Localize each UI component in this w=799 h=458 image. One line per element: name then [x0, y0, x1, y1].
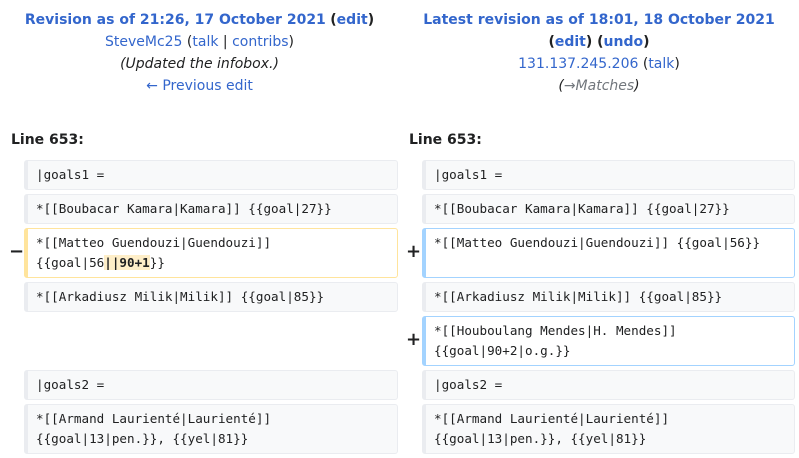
left-paren-end: ) [288, 34, 295, 50]
diff-context-left: *[[Arkadiusz Milik|Milik]] {{goal|85}} [24, 282, 398, 312]
added-text: {{goal|90+2|o.g.}} [434, 343, 571, 358]
left-edit-link[interactable]: edit [337, 12, 368, 28]
section-name: Matches [575, 78, 635, 94]
right-undo-link[interactable]: undo [604, 34, 644, 50]
diff-context-left: |goals2 = [24, 370, 398, 400]
previous-edit-link[interactable]: ← Previous edit [146, 78, 253, 94]
left-user-link[interactable]: SteveMc25 [105, 34, 182, 50]
diff-context-left: *[[Boubacar Kamara|Kamara]] {{goal|27}} [24, 194, 398, 224]
context-text: {{goal|13|pen.}}, {{yel|81}} [36, 431, 249, 446]
diff-deleted-line: *[[Matteo Guendouzi|Guendouzi]] {{goal|5… [24, 228, 398, 278]
right-edit-summary: (→Matches) [399, 75, 799, 97]
context-text: *[[Armand Laurienté|Laurienté]] [434, 411, 670, 426]
context-text: {{goal|13|pen.}}, {{yel|81}} [434, 431, 647, 446]
context-text: *[[Armand Laurienté|Laurienté]] [36, 411, 272, 426]
right-revision-header: Latest revision as of 18:01, 18 October … [399, 9, 799, 97]
diff-added-line: *[[Matteo Guendouzi|Guendouzi]] {{goal|5… [422, 228, 795, 278]
left-separator: | [222, 34, 228, 50]
left-revision-link[interactable]: Revision as of 21:26, 17 October 2021 [25, 12, 326, 28]
left-talk-link[interactable]: talk [192, 34, 218, 50]
added-text: *[[Houboulang Mendes|H. Mendes]] [434, 323, 677, 338]
diff-plus-marker: + [406, 241, 422, 262]
left-user-line: SteveMc25 (talk | contribs) [0, 31, 399, 53]
left-paren-close: ) [367, 12, 375, 28]
diff-context-right: *[[Armand Laurienté|Laurienté]] {{goal|1… [422, 404, 795, 454]
summary-paren-close: ) [634, 78, 640, 94]
right-edit-link[interactable]: edit [555, 34, 586, 50]
diff-plus-marker: + [406, 329, 422, 350]
diff-context-right: |goals2 = [422, 370, 795, 400]
right-paren-end: ) [674, 56, 680, 72]
section-arrow-link[interactable]: → [564, 78, 576, 94]
left-edit-summary: (Updated the infobox.) [120, 56, 279, 72]
diff-minus-marker: − [9, 241, 25, 262]
diff-added-line: *[[Houboulang Mendes|H. Mendes]] {{goal|… [422, 316, 795, 366]
diff-context-left: *[[Armand Laurienté|Laurienté]] {{goal|1… [24, 404, 398, 454]
deleted-word-highlight: ||90+1 [104, 255, 150, 270]
deleted-text: *[[Matteo Guendouzi|Guendouzi]] [36, 235, 272, 250]
diff-context-right: *[[Arkadiusz Milik|Milik]] {{goal|85}} [422, 282, 795, 312]
left-contribs-link[interactable]: contribs [232, 34, 288, 50]
left-revision-header: Revision as of 21:26, 17 October 2021 (e… [0, 9, 399, 97]
line-number-left: Line 653: [11, 132, 84, 148]
line-number-right: Line 653: [409, 132, 482, 148]
right-ip-link[interactable]: 131.137.245.206 [518, 56, 638, 72]
deleted-text: }} [149, 255, 165, 270]
left-title-line: Revision as of 21:26, 17 October 2021 (e… [0, 9, 399, 31]
diff-context-left: |goals1 = [24, 160, 398, 190]
deleted-text: {{goal|56 [36, 255, 105, 270]
right-paren-mid: ) ( [585, 34, 604, 50]
diff-context-right: *[[Boubacar Kamara|Kamara]] {{goal|27}} [422, 194, 795, 224]
right-revision-link[interactable]: Latest revision as of 18:01, 18 October … [423, 12, 775, 28]
diff-context-right: |goals1 = [422, 160, 795, 190]
right-paren-close: ) [643, 34, 650, 50]
right-talk-link[interactable]: talk [648, 56, 674, 72]
